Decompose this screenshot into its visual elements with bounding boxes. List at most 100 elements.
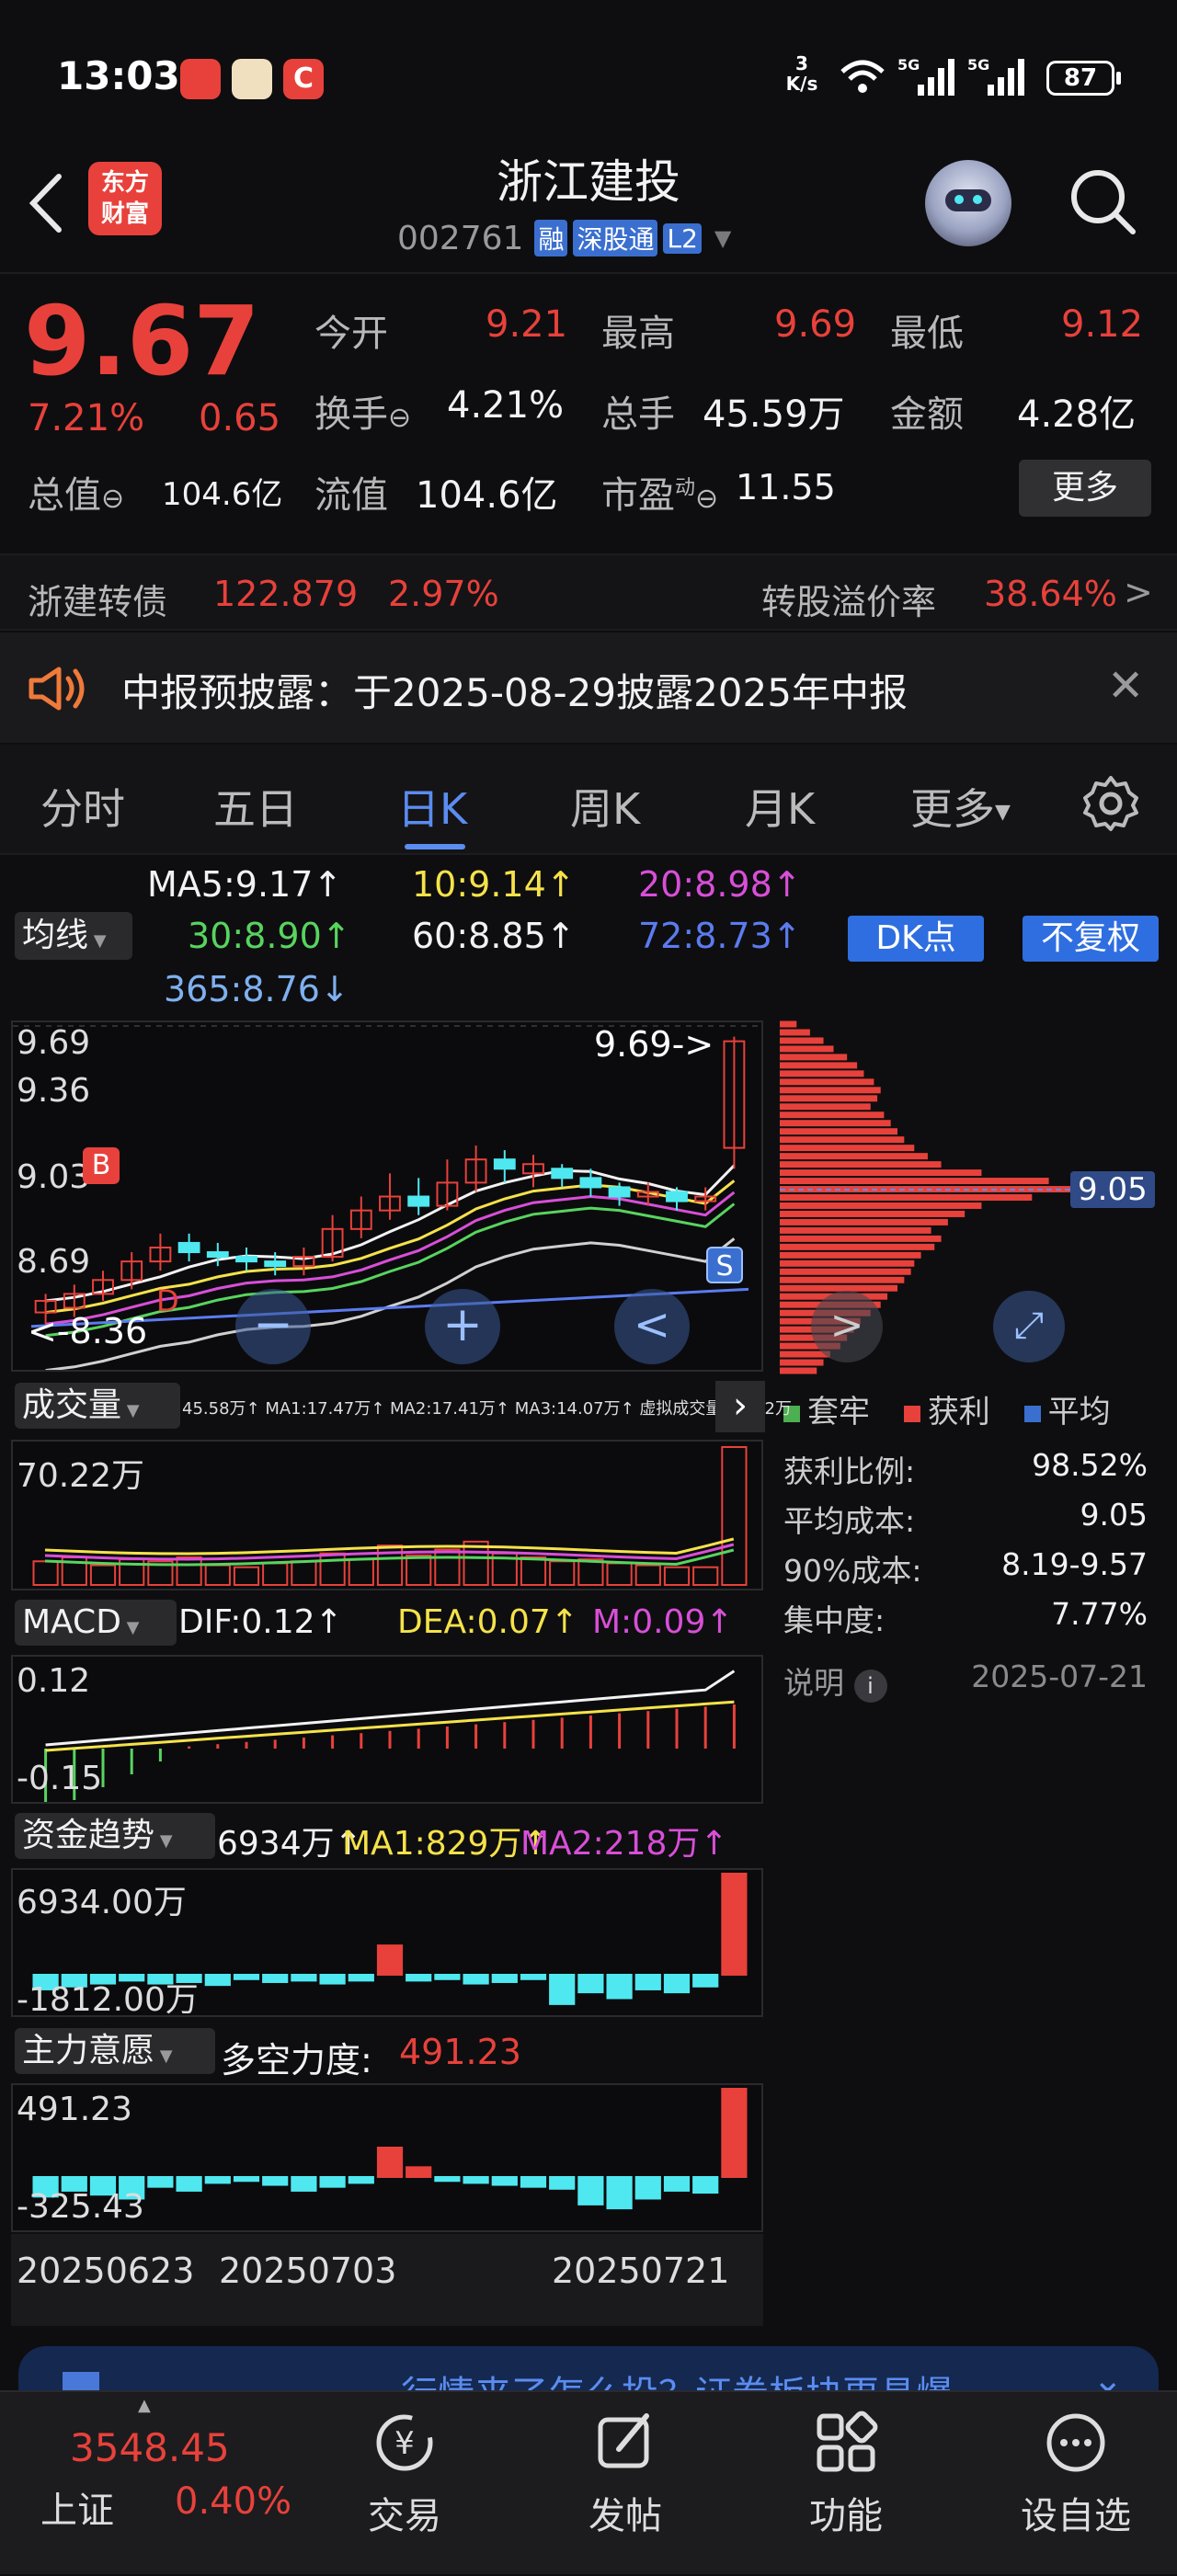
- last-price: 9.67: [24, 285, 260, 397]
- stock-subtitle[interactable]: 002761 融 深股通 L2 ▼: [397, 217, 731, 259]
- chip-date: 2025-07-21: [971, 1658, 1148, 1694]
- tab-more[interactable]: 更多▼: [910, 776, 1011, 837]
- chip-bar: [780, 1095, 878, 1102]
- fund-bar: [376, 1944, 404, 1977]
- chip-bar: [780, 1359, 824, 1366]
- fund-bar: [406, 1974, 432, 1982]
- dk-point-button[interactable]: DK点: [848, 916, 984, 962]
- battery-level: 87: [1063, 64, 1098, 92]
- macd-m: M:0.09↑: [592, 1603, 734, 1641]
- fund-bar: [348, 1974, 374, 1982]
- fund-header: 资金趋势 ▼ 6934万↑ MA1:829万↑ MA2:218万↑: [11, 1809, 763, 1863]
- notice-bar[interactable]: 中报预披露：于2025-08-29披露2025年中报 ✕: [0, 633, 1177, 743]
- macd-svg: [44, 1670, 736, 1802]
- chip-bar: [780, 1120, 891, 1127]
- chip-bar: [780, 1128, 898, 1135]
- chip-note[interactable]: 说明 i: [783, 1658, 887, 1708]
- y-label: 9.69: [17, 1024, 91, 1062]
- fund-bar: [549, 1974, 576, 2005]
- nav-header: 东方 财富 浙江建投 002761 融 深股通 L2 ▼: [0, 138, 1177, 274]
- fund-ma2: MA2:218万↑: [520, 1825, 728, 1863]
- macd-selector[interactable]: MACD ▼: [15, 1600, 177, 1646]
- legend-trapped: 套牢: [807, 1394, 870, 1430]
- fund-bar: [319, 1974, 346, 1985]
- search-icon[interactable]: [1067, 165, 1140, 239]
- y-label: 9.03: [17, 1158, 91, 1196]
- chip-bar: [780, 1367, 817, 1374]
- fund-bar: [291, 1974, 317, 1982]
- volume-bar: [204, 1564, 231, 1586]
- robot-assistant-icon[interactable]: [925, 160, 1011, 246]
- badge-connect: 深股通: [573, 220, 658, 256]
- kline-chart[interactable]: 9.69 9.36 9.03 8.69 9.69-> <-8.36 B S D …: [11, 1020, 763, 1372]
- app-logo[interactable]: 东方 财富: [88, 162, 162, 235]
- main-force-selector[interactable]: 主力意愿 ▼: [15, 2028, 215, 2074]
- chip-bar: [780, 1169, 982, 1177]
- chip-stats: 获利比例: 98.52% 平均成本: 9.05 90%成本: 8.19-9.57 集中…: [783, 1447, 1148, 1708]
- fund-selector[interactable]: 资金趋势 ▼: [15, 1813, 215, 1859]
- volume-bar: [176, 1556, 202, 1586]
- main-force-bar: [520, 2176, 547, 2188]
- mktcap-value: 104.6亿: [162, 476, 283, 513]
- volume-selector[interactable]: 成交量 ▼: [15, 1383, 180, 1429]
- high-value: 9.69: [774, 303, 857, 346]
- grid-icon: [817, 2411, 878, 2472]
- premium-value: 38.64%: [984, 574, 1117, 614]
- chip-bar: [780, 1045, 834, 1053]
- convertible-bond-row[interactable]: 浙建转债 122.879 2.97% 转股溢价率 38.64% >: [0, 553, 1177, 631]
- chip-bar: [780, 1062, 858, 1069]
- main-top-label: 491.23: [17, 2091, 132, 2128]
- zoom-in-button[interactable]: +: [425, 1289, 500, 1364]
- bottom-nav: ▲ 3548.45 上证 0.40% ¥ 交易 发帖 功能 设自选: [0, 2390, 1177, 2574]
- ma365-value: 365:8.76↓: [164, 969, 349, 1009]
- nav-trade[interactable]: ¥ 交易: [340, 2401, 469, 2558]
- back-icon[interactable]: [26, 171, 66, 235]
- tab-monthly-k[interactable]: 月K: [745, 776, 815, 837]
- expand-icon[interactable]: ⤢: [993, 1291, 1065, 1362]
- ma-selector[interactable]: 均线 ▼: [15, 912, 132, 960]
- date-label: 20250623: [17, 2251, 195, 2291]
- more-button[interactable]: 更多: [1019, 460, 1151, 517]
- tab-weekly-k[interactable]: 周K: [570, 776, 640, 837]
- chip-bar: [780, 1078, 874, 1086]
- nav-function[interactable]: 功能: [782, 2401, 910, 2558]
- chip-distribution[interactable]: 9.05 > ⤢: [780, 1020, 1155, 1375]
- chip-prev-button[interactable]: >: [811, 1291, 883, 1362]
- index-widget[interactable]: ▲ 3548.45 上证 0.40%: [0, 2392, 294, 2576]
- caret-down-icon: ▼: [120, 1618, 140, 1637]
- nav-label: 交易: [368, 2495, 441, 2537]
- chip-legend: 套牢 获利 平均: [783, 1386, 1151, 1432]
- y-label: 8.69: [17, 1243, 91, 1281]
- trade-icon: ¥: [376, 2414, 433, 2471]
- volume-bar: [233, 1566, 260, 1586]
- tab-five-day[interactable]: 五日: [213, 776, 298, 837]
- expand-right-button[interactable]: ›: [715, 1381, 765, 1432]
- change-value: 0.65: [199, 397, 281, 439]
- nav-label: 设自选: [1021, 2495, 1131, 2537]
- nav-watchlist[interactable]: 设自选: [1002, 2401, 1149, 2558]
- volume-bar: [721, 1446, 748, 1586]
- adjust-button[interactable]: 不复权: [1023, 916, 1159, 962]
- stat-label: 集中度:: [783, 1602, 886, 1638]
- main-force-bar: [491, 2176, 518, 2186]
- nav-post[interactable]: 发帖: [561, 2401, 690, 2558]
- app-notification-icon: [180, 59, 221, 99]
- fund-bar: [491, 1974, 518, 1983]
- volume-legend: 45.58万↑ MA1:17.47万↑ MA2:17.41万↑ MA3:14.0…: [182, 1399, 793, 1419]
- fund-chart: 6934.00万 -1812.00万: [11, 1868, 763, 2019]
- gear-icon[interactable]: [1081, 774, 1140, 833]
- low-value: 9.12: [1061, 303, 1144, 346]
- close-icon[interactable]: ✕: [1107, 660, 1144, 712]
- main-force-bar: [176, 2176, 202, 2192]
- tab-daily-k[interactable]: 日K: [397, 776, 467, 837]
- tab-intraday[interactable]: 分时: [40, 776, 125, 837]
- ma5-value: MA5:9.17↑: [147, 864, 343, 905]
- info-icon: ⊖: [101, 483, 125, 515]
- main-force-bar: [233, 2176, 260, 2183]
- high-label: 最高: [601, 313, 675, 355]
- chevron-right-icon: >: [1124, 572, 1153, 612]
- zoom-out-button[interactable]: −: [235, 1289, 311, 1364]
- scroll-left-button[interactable]: <: [614, 1289, 690, 1364]
- main-force-bar: [147, 2176, 174, 2188]
- stat-value: 98.52%: [1032, 1447, 1148, 1483]
